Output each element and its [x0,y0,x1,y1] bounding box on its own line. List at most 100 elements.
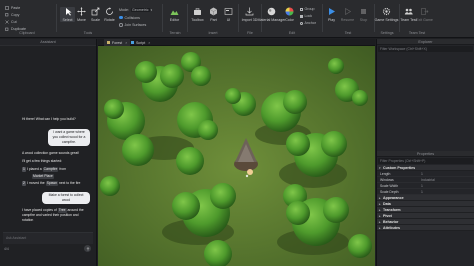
team-test-group: Team Test Exit Game Team Test [400,2,434,36]
play-button[interactable]: Play [324,7,339,22]
explorer-panel: Explorer Filter Workspace (Ctrl+Shift+X)… [376,39,474,266]
resume-icon [343,7,352,16]
collisions-toggle[interactable]: Collisions [119,15,152,21]
chat-step: 1 I placed a Campfire from [22,167,67,172]
property-value[interactable]: 1 [421,190,474,194]
join-surfaces-toggle[interactable]: Join Surfaces [119,22,152,28]
tree[interactable] [348,234,372,258]
mode-dropdown[interactable]: Geometric [131,8,150,12]
resume-button[interactable]: Resume [340,7,355,22]
tree[interactable] [176,147,204,175]
chat-step: Market Place [28,173,58,180]
tools-group: Select Move Scale Rotate Tools [58,2,118,36]
copy-button[interactable]: Copy [5,12,26,18]
insert-group-label: Insert [208,31,218,35]
forest-scene: ▾Workspace▸Camera▸Terrain▸Forest▸TempSto… [98,46,375,266]
game-settings-button[interactable]: Game Settings [375,7,398,22]
paste-icon [5,6,9,10]
prompt-counter: 4/4 [4,247,9,251]
tree[interactable] [100,176,120,196]
stop-icon [359,7,368,16]
tree[interactable] [122,134,154,166]
asset-chip-market-place[interactable]: Market Place [32,174,54,179]
stop-button[interactable]: Stop [356,7,371,22]
group-icon [300,7,303,11]
team-test-group-label: Team Test [408,31,426,35]
property-section[interactable]: ▸ Attributes [377,225,474,231]
script-icon [131,41,134,44]
property-value[interactable]: Industrial [421,178,474,182]
settings-group-label: Settings [380,31,394,35]
property-value[interactable]: 1 [421,184,474,188]
tree[interactable] [328,58,344,74]
tools-group-label: Tools [83,31,93,35]
property-value[interactable]: 1 [421,172,474,176]
chat-input[interactable]: Ask Assistant [3,232,93,244]
tab-script[interactable]: Script × [128,39,153,46]
test-group: Play Resume Stop Test [323,2,373,36]
close-icon[interactable]: × [148,41,150,45]
asset-chip-spawn[interactable]: Spawn [45,181,58,186]
terrain-group-label: Terrain [169,31,181,35]
terrain-group: Editor Terrain [164,2,186,36]
group-button[interactable]: Group [300,6,316,12]
ui-button[interactable]: UI [221,7,236,22]
chat-message-user: Make a forest to collect wood [42,192,90,204]
3d-viewport[interactable]: ▾Workspace▸Camera▸Terrain▸Forest▸TempSto… [98,46,375,266]
clipboard-group-label: Clipboard [19,31,35,35]
edit-group: Material Manager Color Group Lock Anchor… [258,2,321,36]
team-test-button[interactable]: Team Test [400,7,417,22]
scale-icon [91,7,100,16]
scale-tool-button[interactable]: Scale [88,7,103,22]
properties-sections: ▸ Appearance ▸ Data ▸ Transform ▸ Pivot ▸ Behavio… [377,195,474,231]
chat-message-ai: I'll get a few things started: [22,159,63,163]
send-button[interactable] [84,245,91,252]
property-name: Scale Width [380,183,399,188]
toolbox-button[interactable]: Toolbox [190,7,205,22]
play-icon [327,7,336,16]
chat-step: 2 I moved the Spawn next to the fire [22,181,81,186]
rotate-tool-button[interactable]: Rotate [102,7,117,22]
lock-button[interactable]: Lock [300,13,316,19]
explorer-filter-input[interactable]: Filter Workspace (Ctrl+Shift+X) [378,46,473,52]
tab-forest[interactable]: Forest × [104,39,131,46]
paste-button[interactable]: Paste [5,5,26,11]
material-icon [267,7,276,16]
cut-button[interactable]: Cut [5,19,26,25]
terrain-editor-button[interactable]: Editor [167,7,182,22]
property-name: Scale Depth [380,189,399,194]
copy-icon [5,13,9,17]
chat-message-user: I want a game where you collect wood for… [48,129,90,146]
settings-group: Game Settings Settings [375,2,398,36]
ribbon-divider [56,4,57,32]
select-tool-button[interactable]: Select [60,7,75,22]
assistant-panel: Assistant Hi there! What can I help you … [0,39,97,266]
rotate-icon [105,7,114,16]
import-3d-button[interactable]: Import 3D [242,7,257,22]
part-button[interactable]: Part [206,7,221,22]
close-icon[interactable]: × [125,41,127,45]
step-number: 1 [22,167,26,172]
send-arrow-icon [86,246,89,250]
move-icon [77,7,86,16]
lock-icon [300,14,303,18]
chat-message-ai: I have placed copies of Tree around the … [22,208,84,222]
anchor-button[interactable]: Anchor [300,20,316,26]
clipboard-group: Paste Copy Cut Duplicate Clipboard [2,2,52,36]
team-icon [404,7,413,16]
properties-filter-input[interactable]: Filter Properties (Ctrl+Shift+P) [378,158,473,164]
asset-chip-campfire[interactable]: Campfire [42,167,59,172]
property-name: Length [380,171,391,176]
tree[interactable] [191,66,211,86]
edit-group-label: Edit [288,31,296,35]
step-number: 2 [22,181,26,186]
explorer-title: Explorer [377,39,474,45]
chevron-down-icon: ▾ [150,8,153,12]
color-button[interactable]: Color [282,7,297,22]
exit-game-button[interactable]: Exit Game [416,7,433,22]
ribbon-divider [162,4,163,32]
properties-title: Properties [377,151,474,157]
material-manager-button[interactable]: Material Manager [258,7,285,22]
move-tool-button[interactable]: Move [74,7,89,22]
import-icon [245,7,254,16]
